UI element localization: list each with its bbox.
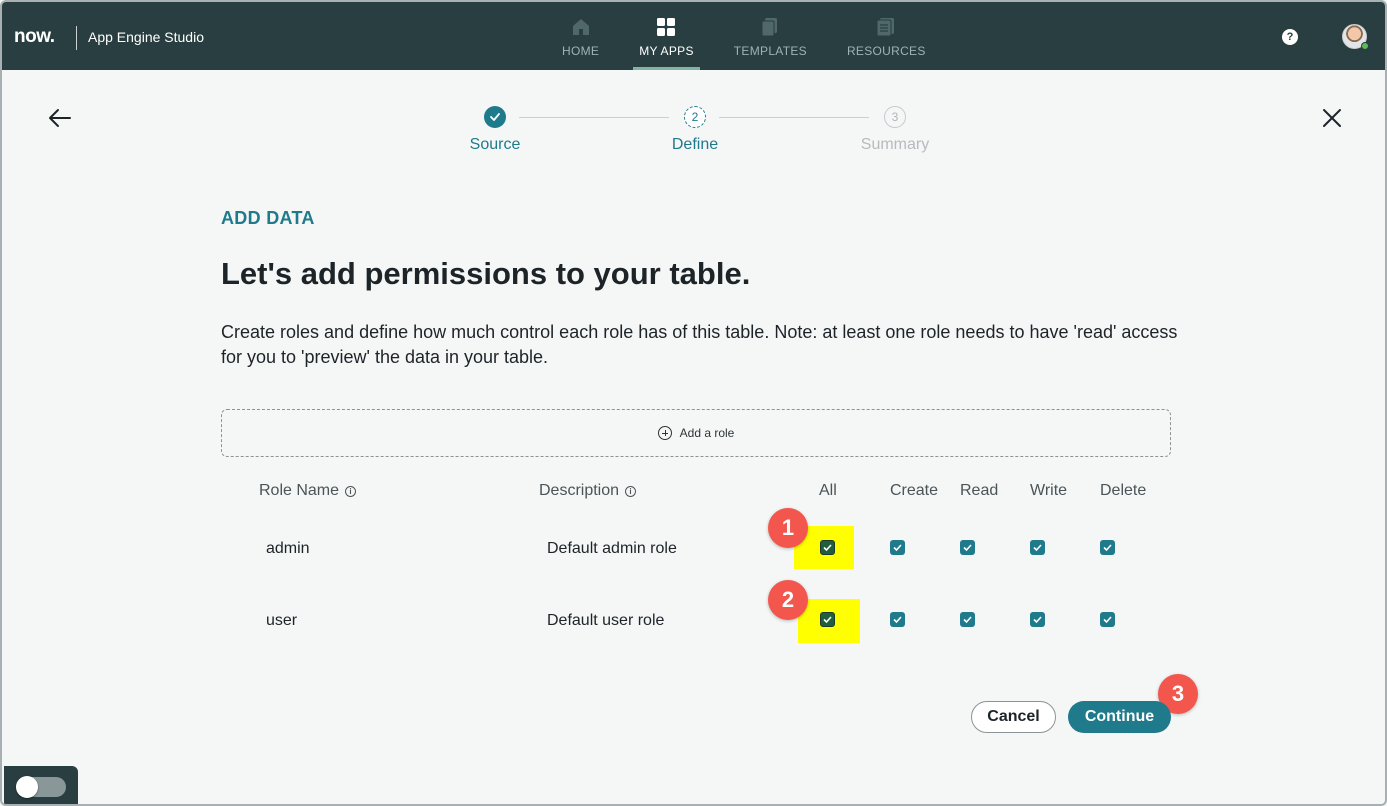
check-icon	[893, 544, 902, 552]
step-summary: 3 Summary	[835, 106, 955, 154]
cancel-button[interactable]: Cancel	[971, 701, 1056, 733]
check-icon	[1103, 544, 1112, 552]
admin-create-checkbox[interactable]	[890, 540, 905, 555]
toggle-knob	[16, 776, 38, 798]
page-title: Let's add permissions to your table.	[221, 256, 751, 291]
row-user-role: user	[266, 612, 298, 629]
row-user-description: Default user role	[547, 612, 665, 629]
header-role-name-label: Role Name	[259, 482, 340, 499]
nav-home[interactable]: HOME	[542, 2, 619, 70]
row-admin-role: admin	[266, 540, 310, 557]
help-icon[interactable]: ?	[1282, 29, 1298, 45]
user-all-checkbox[interactable]	[820, 612, 835, 627]
nav-my-apps[interactable]: MY APPS	[619, 2, 714, 70]
app-window: now. App Engine Studio HOME MY APPS TEMP…	[0, 0, 1387, 806]
header-description-label: Description	[539, 482, 620, 499]
step-source[interactable]: Source	[435, 106, 555, 154]
resources-icon	[876, 18, 895, 37]
step-define-label: Define	[671, 136, 719, 153]
theme-toggle[interactable]	[16, 776, 66, 798]
nav-resources-label: RESOURCES	[846, 44, 926, 58]
nav-templates[interactable]: TEMPLATES	[714, 2, 827, 70]
user-read-checkbox[interactable]	[960, 612, 975, 627]
header-role-name: Role Name i	[259, 482, 357, 500]
check-icon	[1033, 544, 1042, 552]
section-eyebrow: ADD DATA	[221, 208, 315, 228]
info-icon[interactable]: i	[625, 485, 637, 497]
check-icon	[963, 544, 972, 552]
check-icon	[1103, 616, 1112, 624]
grid-icon	[657, 18, 676, 36]
user-create-checkbox[interactable]	[890, 612, 905, 627]
page-description: Create roles and define how much control…	[221, 322, 1178, 367]
header-delete: Delete	[1100, 482, 1147, 499]
templates-icon	[761, 18, 778, 37]
toggle-panel	[4, 766, 78, 804]
back-arrow-icon[interactable]	[46, 104, 74, 132]
check-icon	[823, 616, 832, 624]
header-description: Description i	[539, 482, 637, 500]
main-nav: HOME MY APPS TEMPLATES RESOURCES	[542, 2, 946, 70]
check-icon	[963, 616, 972, 624]
admin-write-checkbox[interactable]	[1030, 540, 1045, 555]
add-role-label: Add a role	[679, 426, 735, 440]
step-summary-label: Summary	[860, 136, 930, 153]
check-icon	[823, 544, 832, 552]
now-logo[interactable]: now.	[14, 26, 55, 48]
step-source-label: Source	[469, 136, 521, 153]
close-icon[interactable]	[1318, 104, 1346, 132]
annotation-badge-1: 1	[768, 508, 808, 548]
step-summary-number: 3	[884, 106, 906, 128]
nav-templates-label: TEMPLATES	[733, 44, 807, 58]
online-status-dot	[1361, 42, 1369, 50]
user-delete-checkbox[interactable]	[1100, 612, 1115, 627]
nav-resources[interactable]: RESOURCES	[827, 2, 946, 70]
logo-divider	[76, 26, 77, 50]
admin-all-checkbox[interactable]	[820, 540, 835, 555]
check-icon	[484, 106, 506, 128]
admin-delete-checkbox[interactable]	[1100, 540, 1115, 555]
check-icon	[1033, 616, 1042, 624]
continue-button[interactable]: Continue	[1068, 701, 1171, 733]
add-role-button[interactable]: Add a role	[221, 409, 1171, 457]
top-navigation-bar: now. App Engine Studio HOME MY APPS TEMP…	[2, 2, 1385, 70]
info-icon[interactable]: i	[345, 485, 357, 497]
plus-circle-icon	[657, 426, 672, 440]
header-read: Read	[960, 482, 999, 499]
header-write: Write	[1030, 482, 1068, 499]
app-name[interactable]: App Engine Studio	[88, 29, 204, 45]
home-icon	[572, 19, 589, 35]
header-create: Create	[890, 482, 939, 499]
annotation-badge-2: 2	[768, 580, 808, 620]
step-define[interactable]: 2 Define	[635, 106, 755, 154]
nav-home-label: HOME	[562, 44, 600, 58]
header-all: All	[819, 482, 837, 499]
nav-my-apps-label: MY APPS	[639, 44, 694, 58]
step-define-number: 2	[684, 106, 706, 128]
row-admin-description: Default admin role	[547, 540, 677, 557]
admin-read-checkbox[interactable]	[960, 540, 975, 555]
check-icon	[893, 616, 902, 624]
user-write-checkbox[interactable]	[1030, 612, 1045, 627]
